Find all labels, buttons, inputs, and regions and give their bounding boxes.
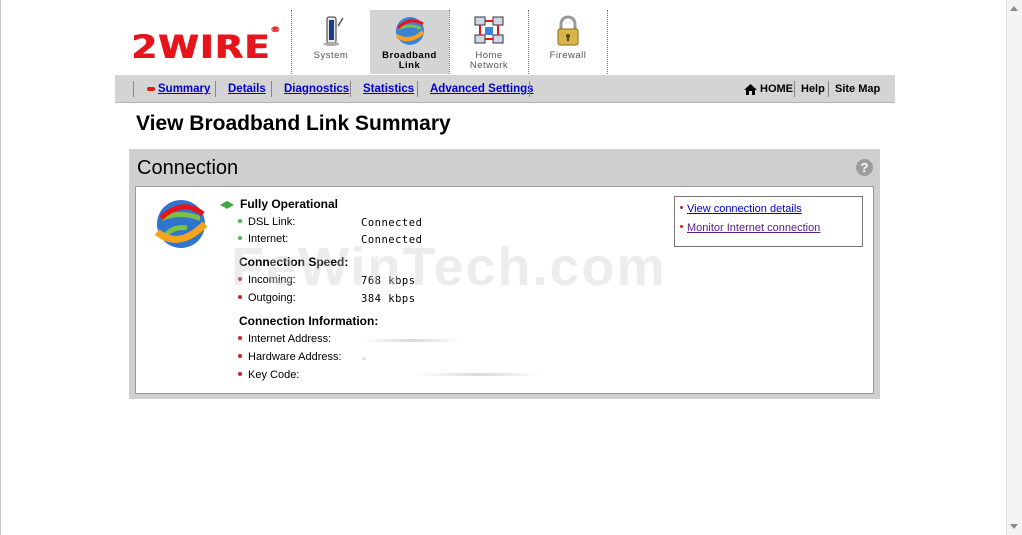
nav-separator	[828, 81, 829, 97]
tab-broadband-link[interactable]: Broadband Link	[370, 10, 449, 74]
bullet-icon	[238, 336, 242, 341]
lock-icon	[557, 15, 579, 46]
globe-icon	[154, 200, 208, 248]
scroll-up-icon[interactable]	[1010, 6, 1018, 11]
dsl-link-row: DSL Link:	[238, 216, 295, 228]
nav-separator	[133, 81, 134, 97]
network-icon	[474, 16, 504, 44]
help-link[interactable]: Help	[801, 83, 825, 95]
panel-title: Connection	[137, 157, 239, 179]
tab-system-label: System	[313, 50, 349, 61]
page-title: View Broadband Link Summary	[136, 112, 451, 135]
nav-separator	[417, 81, 418, 97]
2wire-logo[interactable]: 2WIRE®	[131, 25, 280, 66]
view-details-link-row: View connection details	[680, 203, 802, 215]
monitor-internet-connection-link[interactable]: Monitor Internet connection	[687, 222, 820, 234]
tab-firewall-label: Firewall	[549, 50, 587, 61]
bullet-icon	[680, 205, 683, 209]
key-code-row: Key Code:	[238, 369, 299, 381]
quick-links-box: View connection details Monitor Internet…	[674, 196, 863, 247]
nav-separator	[794, 81, 795, 97]
home-icon[interactable]	[744, 84, 757, 95]
system-icon	[323, 16, 344, 46]
tab-firewall[interactable]: Firewall	[528, 10, 608, 74]
subnav-details[interactable]: Details	[228, 83, 266, 95]
tab-home-label-2: Network	[469, 60, 509, 71]
subnav-statistics[interactable]: Statistics	[363, 83, 414, 95]
nav-separator	[529, 81, 530, 97]
internet-address-row: Internet Address:	[238, 333, 331, 345]
nav-separator	[215, 81, 216, 97]
redacted-value	[416, 373, 541, 376]
view-connection-details-link[interactable]: View connection details	[687, 203, 802, 215]
site-map-link[interactable]: Site Map	[835, 83, 880, 95]
status-text: Fully Operational	[220, 197, 338, 211]
home-link[interactable]: HOME	[760, 83, 793, 95]
hardware-address-row: Hardware Address:	[238, 351, 342, 363]
scroll-down-icon[interactable]	[1010, 524, 1018, 529]
sub-navigation: Summary Details Diagnostics Statistics A…	[115, 75, 895, 103]
tab-system[interactable]: System	[291, 10, 370, 74]
nav-separator	[271, 81, 272, 97]
watermark: FeWinTech.com	[231, 237, 667, 297]
status-bullet-icon	[238, 219, 242, 224]
nav-separator	[350, 81, 351, 97]
tab-broadband-label-2: Link	[398, 60, 421, 71]
info-heading: Connection Information:	[239, 314, 379, 328]
bullet-icon	[680, 224, 683, 228]
main-tabs: System Broadband Link Home Network Firew…	[291, 10, 608, 74]
help-icon[interactable]: ?	[856, 159, 873, 176]
bullet-icon	[238, 372, 242, 377]
bullet-icon	[238, 354, 242, 359]
tab-home-network[interactable]: Home Network	[449, 10, 528, 74]
subnav-diagnostics[interactable]: Diagnostics	[284, 83, 349, 95]
monitor-link-row: Monitor Internet connection	[680, 222, 820, 234]
status-ok-icon	[220, 200, 234, 209]
dsl-link-value: Connected	[361, 217, 423, 229]
globe-icon	[395, 17, 424, 45]
redacted-value	[361, 339, 461, 342]
browser-viewport: 2WIRE® System Broadband Link Home Networ…	[0, 0, 1008, 535]
subnav-advanced-settings[interactable]: Advanced Settings	[430, 83, 534, 95]
subnav-summary[interactable]: Summary	[158, 83, 210, 95]
current-indicator-icon	[147, 87, 155, 91]
redacted-value	[361, 357, 367, 360]
vertical-scrollbar[interactable]	[1006, 0, 1022, 535]
